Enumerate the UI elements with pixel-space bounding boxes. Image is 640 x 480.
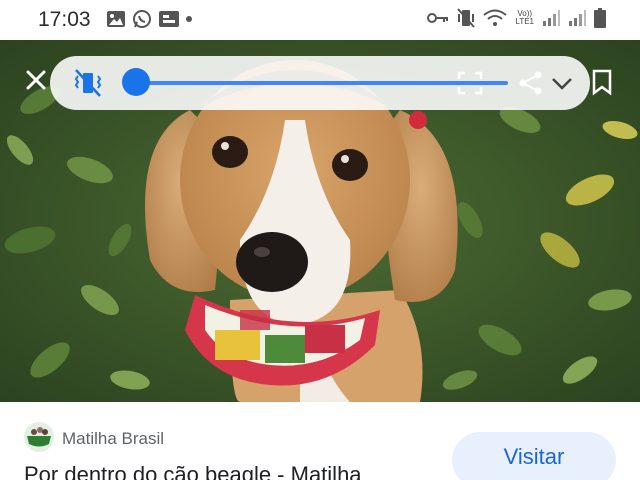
fullscreen-button[interactable]	[456, 70, 484, 96]
muted-vibrate-icon	[74, 69, 102, 97]
share-icon	[519, 71, 542, 95]
visit-button[interactable]: Visitar	[452, 432, 616, 480]
source-logo	[24, 422, 54, 452]
result-card: Matilha Brasil Por dentro do cão beagle …	[0, 402, 640, 480]
fullscreen-icon	[457, 71, 483, 95]
battery-icon	[594, 8, 606, 28]
cast-icon	[159, 11, 179, 27]
mute-button[interactable]	[72, 68, 104, 98]
matilha-logo-icon	[24, 422, 54, 452]
video-control-bar	[50, 56, 590, 110]
status-time: 17:03	[38, 8, 91, 31]
bookmark-button[interactable]	[590, 68, 614, 96]
signal-icon	[543, 10, 560, 26]
wifi-icon	[483, 9, 508, 26]
collapse-button[interactable]	[550, 72, 574, 94]
status-bar: 17:03 Vo)) LTE1	[0, 0, 640, 40]
vibrate-mute-icon	[457, 8, 476, 28]
bookmark-icon	[592, 69, 612, 96]
source-name[interactable]: Matilha Brasil	[62, 429, 164, 449]
seek-bar-thumb[interactable]	[122, 68, 150, 96]
seek-bar-track[interactable]	[136, 81, 508, 85]
signal-icon	[569, 10, 586, 26]
share-button[interactable]	[518, 70, 544, 96]
page-title[interactable]: Por dentro do cão beagle - Matilha	[24, 462, 362, 480]
close-icon	[26, 70, 46, 90]
key-icon	[427, 13, 449, 23]
gallery-icon	[107, 11, 125, 27]
close-button[interactable]	[22, 66, 50, 94]
volte-icon: Vo)) LTE1	[515, 10, 534, 26]
status-left-icons	[106, 9, 192, 29]
lte-label: LTE1	[515, 17, 534, 26]
notification-dot	[186, 16, 192, 22]
whatsapp-icon	[133, 10, 151, 28]
chevron-down-icon	[552, 78, 572, 90]
status-right-icons: Vo)) LTE1	[427, 8, 606, 28]
